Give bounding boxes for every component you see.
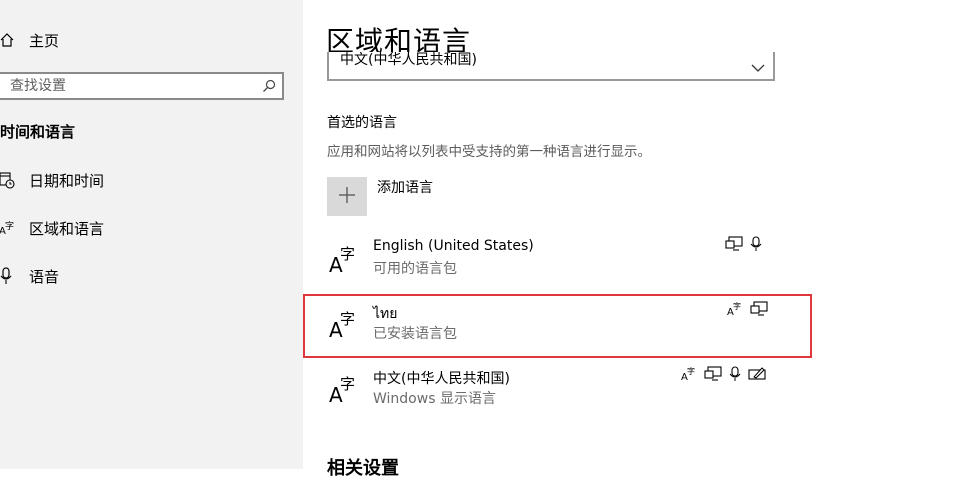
- language-features: A字: [681, 366, 766, 386]
- svg-text:字: 字: [5, 220, 14, 232]
- windows-display-language-dropdown[interactable]: 中文(中华人民共和国): [327, 52, 775, 81]
- preferred-languages-heading: 首选的语言: [327, 115, 397, 131]
- language-icon: A字: [0, 219, 15, 237]
- display-language-icon: [725, 236, 743, 256]
- speech-icon: [750, 236, 762, 256]
- dropdown-value: 中文(中华人民共和国): [340, 52, 477, 68]
- sidebar-item-label: 区域和语言: [29, 219, 105, 238]
- add-language-button[interactable]: [327, 177, 367, 216]
- sidebar-item-date-time[interactable]: 日期和时间: [0, 168, 104, 192]
- language-features: [725, 236, 762, 256]
- search-input[interactable]: [10, 78, 250, 94]
- chevron-down-icon: [751, 58, 765, 77]
- home-icon: [0, 31, 15, 49]
- add-language-label[interactable]: 添加语言: [377, 177, 433, 197]
- home-label: 主页: [29, 31, 60, 50]
- language-name: 中文(中华人民共和国): [373, 371, 510, 387]
- language-name: English (United States): [373, 238, 534, 254]
- handwriting-icon: [748, 366, 766, 386]
- sidebar-item-label: 语音: [29, 267, 60, 286]
- sidebar-item-speech[interactable]: 语音: [0, 264, 59, 288]
- main-content: 区域和语言 中文(中华人民共和国) 首选的语言 应用和网站将以列表中受支持的第一…: [303, 0, 969, 479]
- display-language-icon: [704, 366, 722, 386]
- calendar-clock-icon: [0, 171, 15, 189]
- highlight-box: [303, 294, 812, 358]
- sidebar-item-region-language[interactable]: A字 区域和语言: [0, 216, 104, 240]
- speech-icon: [729, 366, 741, 386]
- microphone-icon: [0, 267, 15, 285]
- home-nav-item[interactable]: 主页: [0, 28, 59, 52]
- related-settings-heading: 相关设置: [327, 458, 399, 479]
- svg-text:字: 字: [340, 375, 355, 393]
- preferred-languages-description: 应用和网站将以列表中受支持的第一种语言进行显示。: [327, 144, 651, 160]
- language-glyph-icon: A字: [329, 374, 361, 408]
- sidebar-item-label: 日期和时间: [29, 171, 105, 190]
- language-status: Windows 显示语言: [373, 391, 496, 407]
- section-title: 时间和语言: [0, 123, 76, 141]
- search-box[interactable]: [0, 72, 284, 100]
- language-glyph-icon: A字: [329, 244, 361, 278]
- language-item-chinese[interactable]: A字 中文(中华人民共和国) Windows 显示语言 A字: [327, 366, 787, 418]
- plus-icon: [338, 186, 356, 208]
- sidebar: 主页 时间和语言 日期和时间 A字 区域和语言 语音: [0, 0, 303, 469]
- svg-text:字: 字: [340, 245, 355, 263]
- language-status: 可用的语言包: [373, 261, 457, 277]
- text-to-speech-icon: A字: [681, 366, 697, 386]
- svg-text:字: 字: [687, 366, 695, 376]
- language-item-english[interactable]: A字 English (United States) 可用的语言包: [327, 236, 787, 288]
- search-icon[interactable]: [262, 78, 276, 97]
